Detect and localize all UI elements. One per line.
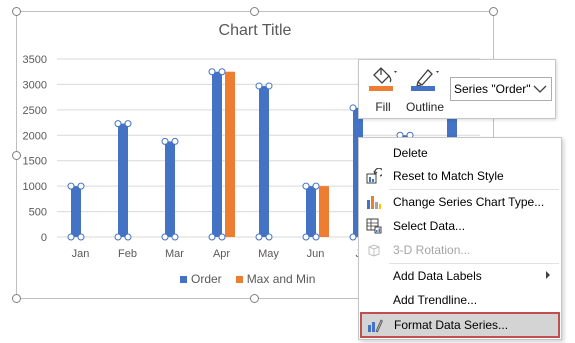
selection-handle [171,137,179,145]
selection-handle [67,182,75,190]
legend-label-max-min: Max and Min [246,272,316,286]
bar-max-min [225,71,235,237]
chart-legend[interactable]: Order Max and Min [180,272,315,286]
fill-label: Fill [375,100,391,114]
selection-handle [218,68,226,76]
selection-handle [302,233,310,241]
x-tick-label: Feb [118,248,137,260]
fill-button[interactable]: Fill [363,63,403,117]
reset-style-icon [366,168,382,184]
bar-order [212,71,222,237]
series-selector-value: Series "Order" [454,82,531,96]
x-tick-label: Mar [165,248,184,260]
menu-item-3d-rotation[interactable]: 3-D Rotation... [360,238,560,262]
menu-item-add-data-labels[interactable]: Add Data Labels [360,264,560,288]
selection-handle [255,82,263,90]
outline-button[interactable]: Outline [405,63,445,117]
x-tick-label: Apr [213,248,230,260]
x-tick-label: Jan [72,248,90,260]
select-data-icon [366,218,382,234]
y-tick-label: 3500 [23,54,47,66]
menu-label-change-chart-type: Change Series Chart Type... [393,195,545,209]
selection-handle [77,182,85,190]
selection-handle [171,233,179,241]
legend-item-max-min[interactable]: Max and Min [235,272,316,286]
selection-handle [114,233,122,241]
selection-handle [349,104,357,112]
menu-label-select-data: Select Data... [393,219,466,233]
y-tick-label: 1000 [23,181,47,193]
selection-handle [349,233,357,241]
chart-type-icon [367,196,381,209]
legend-label-order: Order [191,272,222,286]
selection-handle [77,233,85,241]
bar-order [259,85,269,237]
selection-handle [302,182,310,190]
selection-handle [312,233,320,241]
selection-handle [161,137,169,145]
menu-item-reset-style[interactable]: Reset to Match Style [360,164,560,188]
selection-handle [265,82,273,90]
context-menu: Delete Reset to Match Style Change Serie… [358,137,562,340]
paint-bucket-icon [369,67,397,91]
selection-handle [208,68,216,76]
menu-label-3d-rotation: 3-D Rotation... [393,243,471,257]
y-tick-label: 2000 [23,130,47,142]
menu-item-format-data-series[interactable]: Format Data Series... [360,312,560,338]
selection-handle [208,233,216,241]
bar-order [71,186,81,237]
bar-max-min [319,186,329,237]
legend-item-order[interactable]: Order [180,272,222,286]
chevron-down-icon [533,85,547,93]
menu-item-add-trendline[interactable]: Add Trendline... [360,288,560,312]
menu-label-delete: Delete [393,146,428,160]
format-series-icon [368,319,383,333]
legend-swatch-order [180,275,187,283]
bar-order [165,141,175,237]
y-tick-label: 1500 [23,156,47,168]
outline-label: Outline [405,100,445,114]
mini-toolbar: Fill Outline Series "Order" [358,59,556,119]
bar-order [306,186,316,237]
x-tick-label: May [258,248,279,260]
selection-handle [114,120,122,128]
menu-label-add-data-labels: Add Data Labels [393,269,482,283]
selection-handle [124,233,132,241]
legend-swatch-max-min [235,275,243,283]
selection-handle [312,182,320,190]
x-tick-label: Jun [307,248,325,260]
selection-handle [124,120,132,128]
selection-handle [67,233,75,241]
selection-handle [255,233,263,241]
selection-handle [161,233,169,241]
y-tick-label: 2500 [23,105,47,117]
menu-label-format-data-series: Format Data Series... [394,318,509,332]
selection-handle [265,233,273,241]
submenu-arrow-icon [546,271,550,279]
series-selector-dropdown[interactable]: Series "Order" [450,77,552,101]
y-tick-label: 3000 [23,79,47,91]
pen-outline-icon [411,69,439,91]
bar-order [118,123,128,237]
menu-label-add-trendline: Add Trendline... [393,293,478,307]
menu-item-change-chart-type[interactable]: Change Series Chart Type... [360,190,560,214]
selection-handle [218,233,226,241]
menu-item-select-data[interactable]: Select Data... [360,214,560,238]
y-tick-label: 0 [41,232,47,244]
rotation-icon [368,244,380,257]
menu-item-delete[interactable]: Delete [360,141,560,165]
y-tick-label: 500 [29,207,47,219]
menu-label-reset-style: Reset to Match Style [393,169,504,183]
